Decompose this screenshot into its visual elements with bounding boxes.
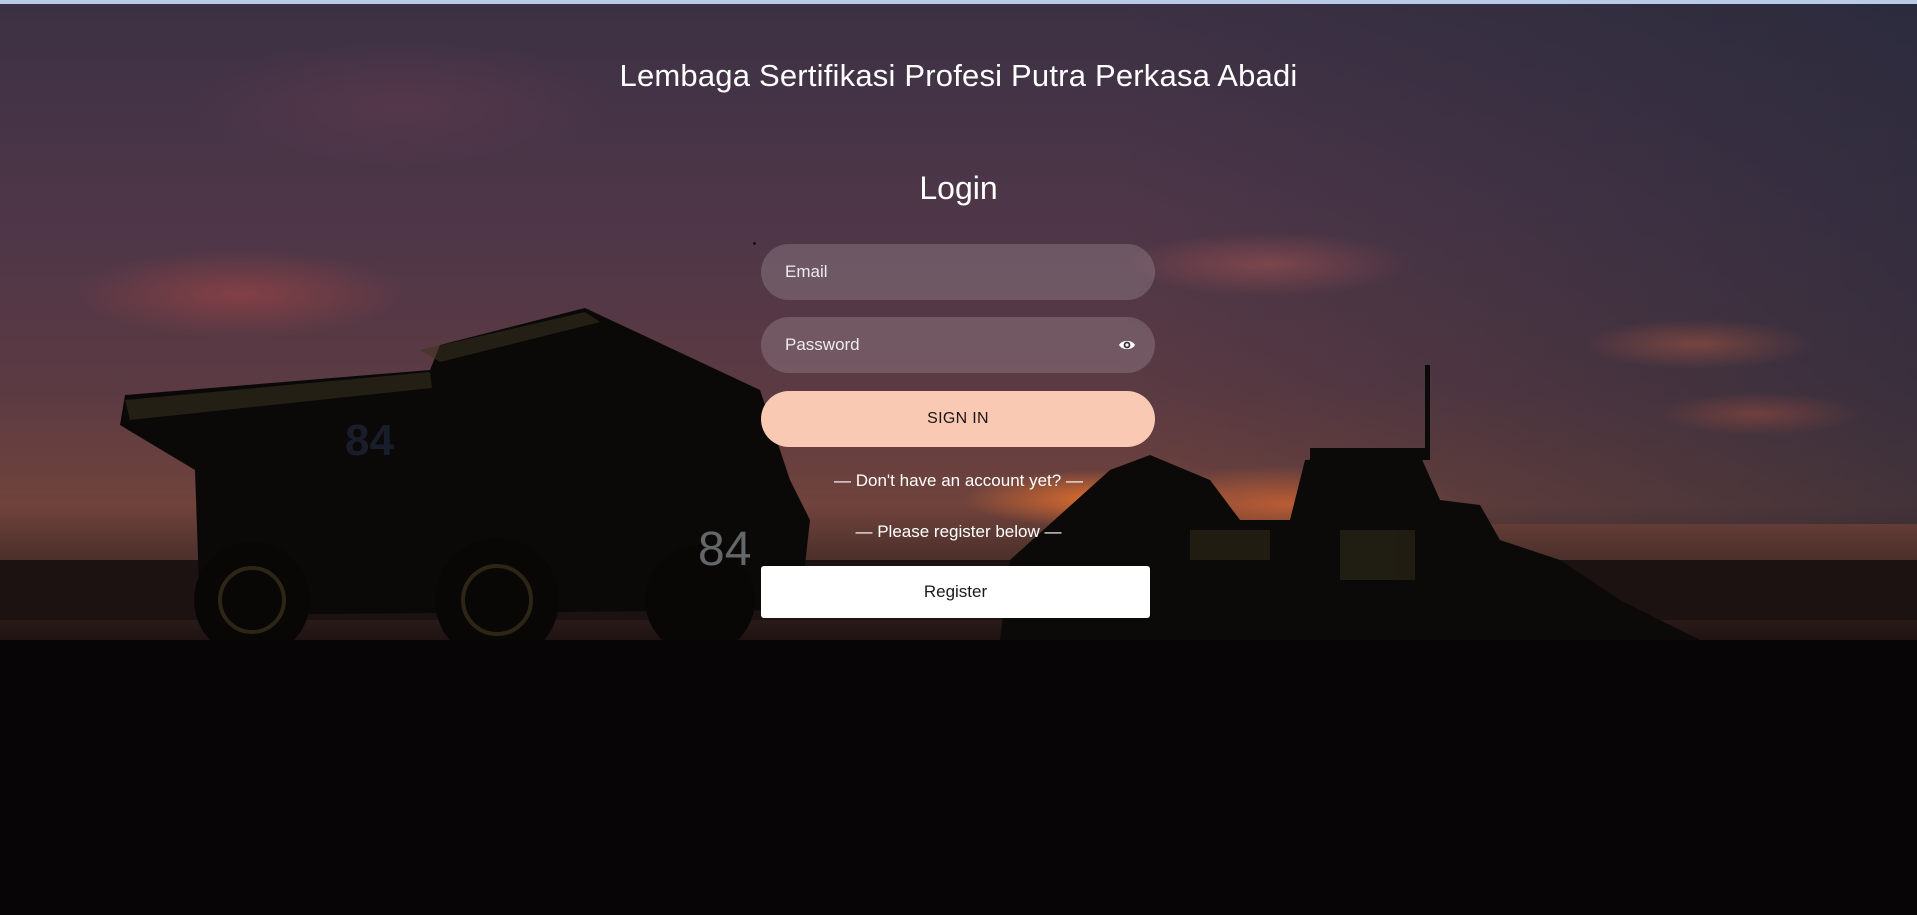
stray-dot xyxy=(753,242,756,245)
no-account-text: — Don't have an account yet? — xyxy=(834,471,1083,490)
sign-in-button[interactable]: SIGN IN xyxy=(761,391,1155,447)
password-field-wrapper xyxy=(761,317,1155,373)
password-input[interactable] xyxy=(761,317,1155,373)
eye-icon[interactable] xyxy=(1118,337,1136,353)
background-silhouettes: 84 84 xyxy=(0,308,1917,915)
email-input[interactable] xyxy=(761,244,1155,300)
page-title: Lembaga Sertifikasi Profesi Putra Perkas… xyxy=(619,58,1298,93)
login-heading: Login xyxy=(919,170,998,206)
register-hint-text: — Please register below — xyxy=(855,522,1062,541)
login-page: 84 84 Lembaga Sertifikasi Profesi Putra … xyxy=(0,0,1917,915)
email-field-wrapper xyxy=(761,244,1155,300)
browser-top-strip xyxy=(0,0,1917,4)
ground xyxy=(0,640,1917,915)
register-button[interactable]: Register xyxy=(761,566,1150,618)
truck-number-left: 84 xyxy=(345,416,394,465)
